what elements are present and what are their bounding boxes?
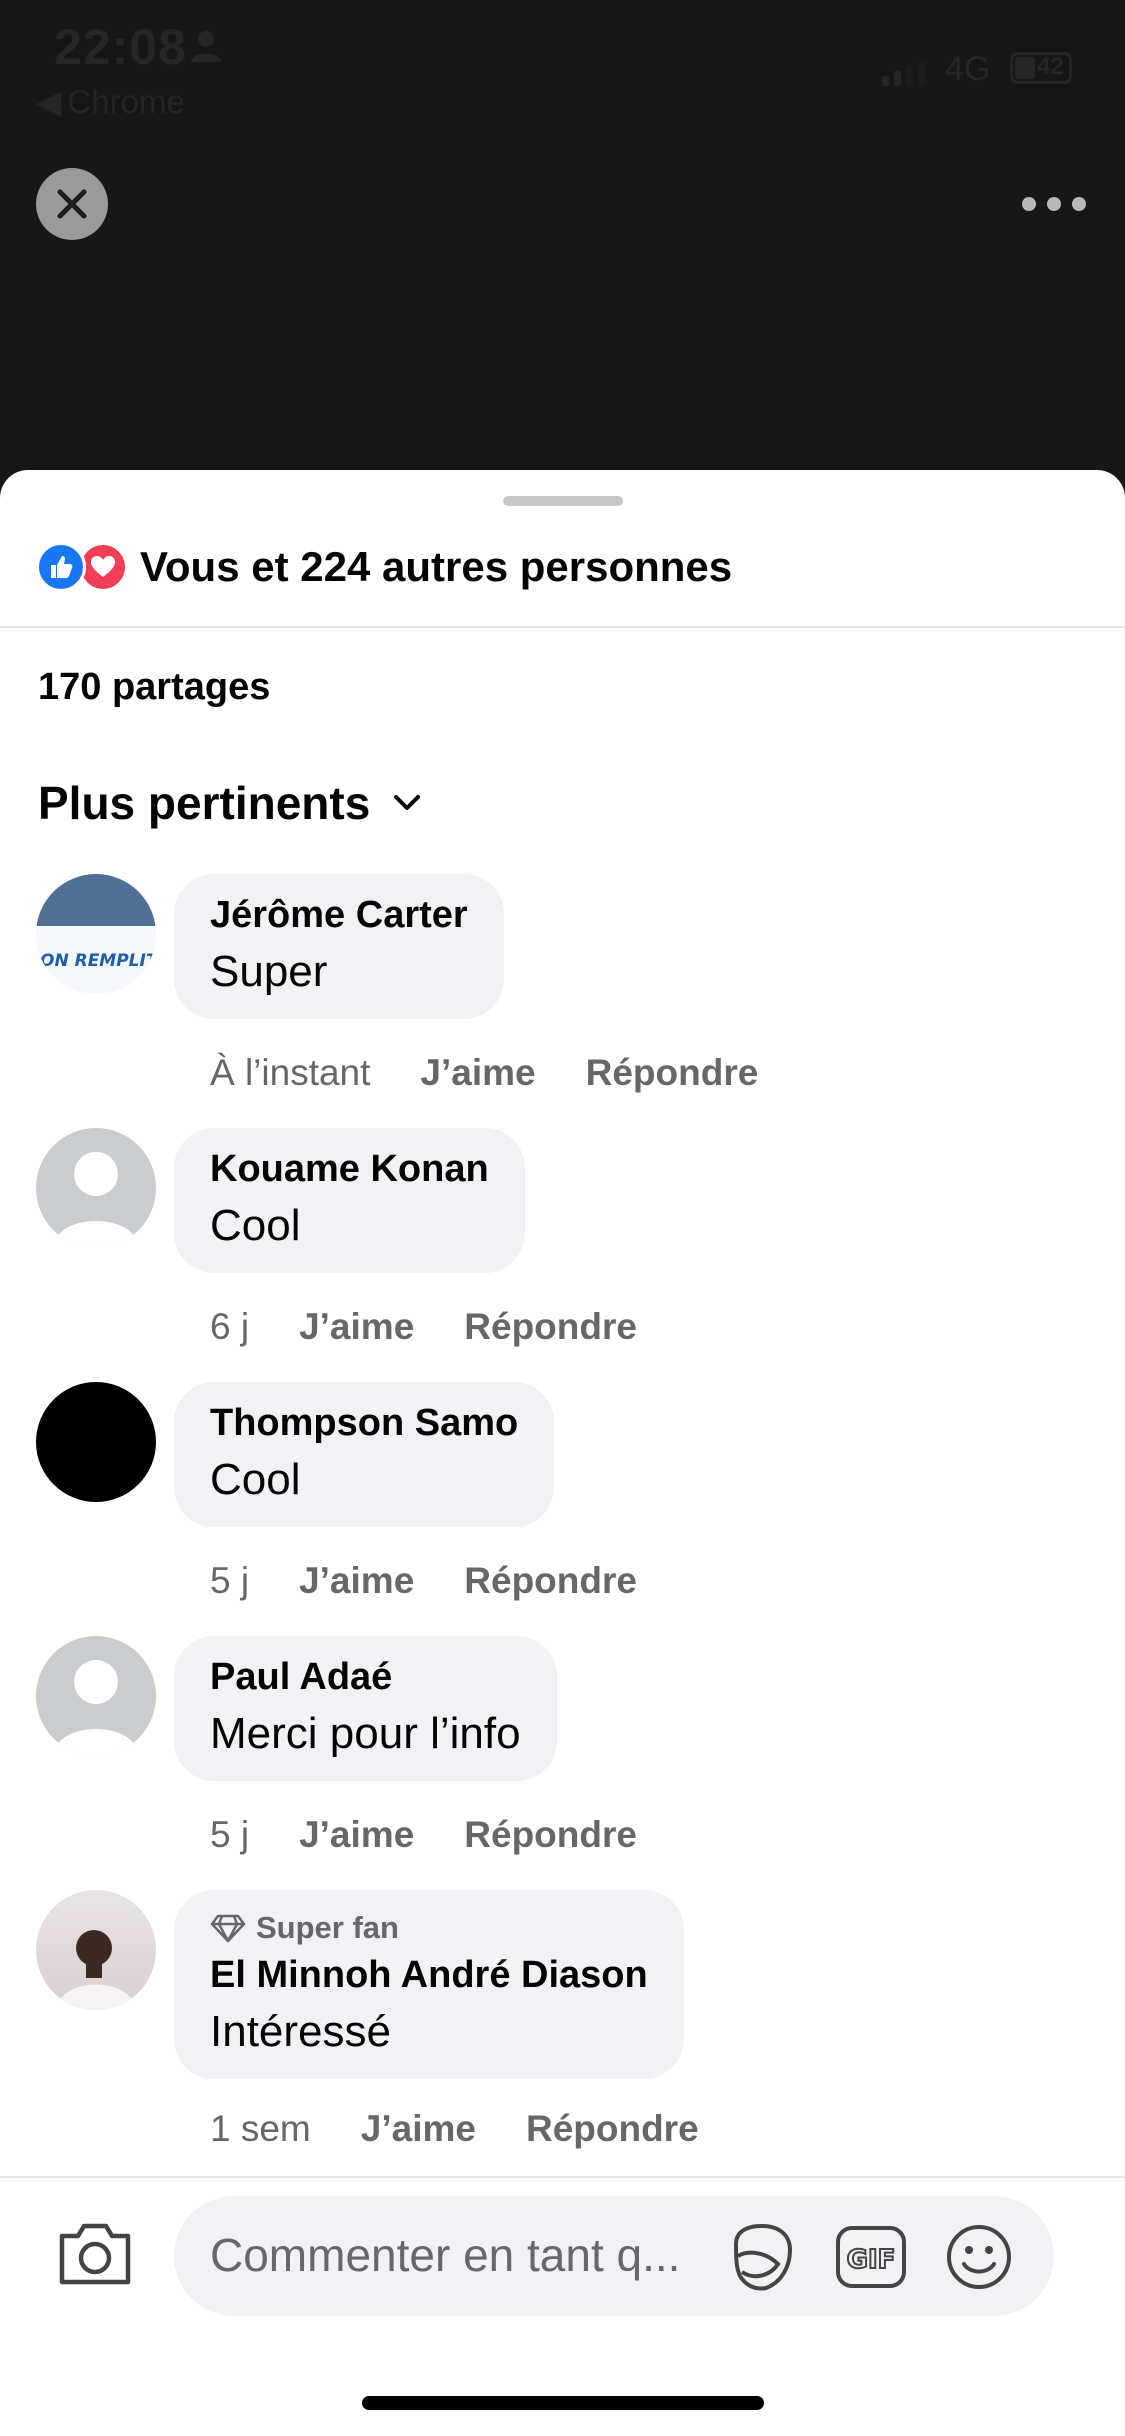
shares-count[interactable]: 170 partages (38, 666, 270, 709)
sheet-grabber[interactable] (503, 496, 623, 506)
status-time: 22:08 (54, 19, 187, 75)
divider (0, 626, 1125, 628)
reply-button[interactable]: Répondre (526, 2108, 699, 2150)
reply-button[interactable]: Répondre (464, 1560, 637, 1602)
avatar[interactable] (36, 1890, 156, 2010)
comment-actions: 5 j J’aime Répondre (210, 1814, 637, 1856)
like-button[interactable]: J’aime (361, 2108, 476, 2150)
comment-author[interactable]: Kouame Konan (210, 1148, 489, 1191)
comment-author[interactable]: Thompson Samo (210, 1402, 518, 1445)
like-button[interactable]: J’aime (299, 1306, 414, 1348)
back-arrow-icon: ◀ (36, 83, 62, 120)
comment-time[interactable]: 5 j (210, 1560, 249, 1602)
avatar-logo-text: ON REMPLIT LE FRIGO (40, 951, 156, 971)
sort-label: Plus pertinents (38, 777, 371, 829)
diamond-icon (210, 1914, 246, 1943)
signal-icon (882, 62, 925, 86)
super-fan-badge: Super fan (210, 1910, 648, 1946)
battery-level: 42 (1037, 53, 1064, 80)
comment-author[interactable]: El Minnoh André Diason (210, 1954, 648, 1997)
comment-text: Cool (210, 1455, 301, 1504)
comment-bubble[interactable]: Thompson Samo Cool (174, 1382, 555, 1527)
comment-bubble[interactable]: Kouame Konan Cool (174, 1128, 525, 1273)
comment-actions: 6 j J’aime Répondre (210, 1306, 637, 1348)
avatar[interactable] (36, 1128, 156, 1248)
reply-button[interactable]: Répondre (464, 1814, 637, 1856)
comment-bubble[interactable]: Paul Adaé Merci pour l’info (174, 1636, 557, 1781)
comment-time[interactable]: 5 j (210, 1814, 249, 1856)
chevron-down-icon (394, 795, 421, 810)
avatar[interactable] (36, 1382, 156, 1502)
status-bar: 22:08 ◀ Chrome 4G 42 (0, 0, 1125, 130)
divider (0, 2176, 1125, 2178)
comment-time[interactable]: 1 sem (210, 2108, 311, 2150)
comment-input-placeholder: Commenter en tant q... (210, 2229, 681, 2281)
like-button[interactable]: J’aime (420, 1052, 535, 1094)
reactions-summary[interactable]: Vous et 224 autres personnes (36, 542, 732, 592)
comment-text: Super (210, 947, 328, 996)
badge-label: Super fan (256, 1910, 399, 1945)
comments-sheet: Vous et 224 autres personnes 170 partage… (0, 470, 1125, 2436)
back-to-app-link[interactable]: ◀ Chrome (36, 82, 185, 121)
sticker-icon[interactable] (726, 2220, 800, 2294)
camera-icon[interactable] (56, 2218, 134, 2288)
comment-bubble[interactable]: Super fan El Minnoh André Diason Intéres… (174, 1890, 684, 2079)
comment-input[interactable]: Commenter en tant q... GIF (174, 2196, 1054, 2316)
gif-icon[interactable]: GIF (834, 2224, 908, 2290)
more-icon (1022, 197, 1036, 211)
comment-text: Cool (210, 1201, 301, 1250)
comment-text: Intéressé (210, 2007, 391, 2056)
sort-dropdown[interactable]: Plus pertinents (38, 776, 422, 830)
reactions-text: Vous et 224 autres personnes (140, 543, 733, 590)
default-avatar-icon (54, 1660, 138, 1756)
avatar[interactable]: ON REMPLIT LE FRIGO (36, 874, 156, 994)
comment-time[interactable]: 6 j (210, 1306, 249, 1348)
default-avatar-icon (54, 1152, 138, 1248)
battery-icon: 42 (1010, 52, 1072, 84)
avatar[interactable] (36, 1636, 156, 1756)
comment-text: Merci pour l’info (210, 1709, 521, 1758)
emoji-icon[interactable] (944, 2222, 1014, 2292)
comment-actions: 1 sem J’aime Répondre (210, 2108, 699, 2150)
more-options-button[interactable] (1022, 186, 1086, 222)
person-icon (191, 31, 221, 62)
comment-actions: 5 j J’aime Répondre (210, 1560, 637, 1602)
reply-button[interactable]: Répondre (586, 1052, 759, 1094)
comment-time[interactable]: À l’instant (210, 1052, 370, 1094)
back-app-label: Chrome (67, 82, 185, 120)
like-reaction-icon (36, 542, 86, 592)
like-button[interactable]: J’aime (299, 1560, 414, 1602)
home-indicator[interactable] (362, 2396, 764, 2410)
comment-author[interactable]: Paul Adaé (210, 1656, 521, 1699)
comment-bubble[interactable]: Jérôme Carter Super (174, 874, 504, 1019)
close-icon (57, 189, 87, 219)
reply-button[interactable]: Répondre (464, 1306, 637, 1348)
comment-author[interactable]: Jérôme Carter (210, 894, 468, 937)
svg-text:GIF: GIF (847, 2245, 896, 2275)
network-type: 4G (945, 50, 991, 88)
close-button[interactable] (36, 168, 108, 240)
comment-actions: À l’instant J’aime Répondre (210, 1052, 758, 1094)
like-button[interactable]: J’aime (299, 1814, 414, 1856)
